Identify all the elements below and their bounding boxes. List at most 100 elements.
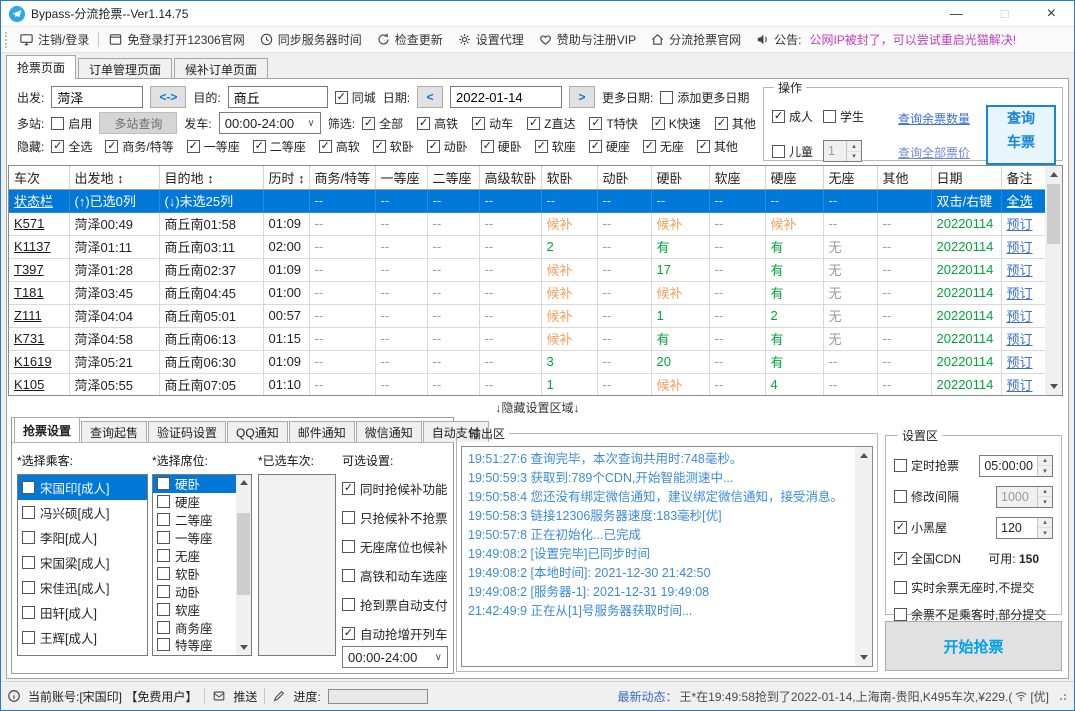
passenger-item[interactable]: 王辉[成人] [18, 625, 147, 650]
filter-checkbox[interactable]: ✓Z直达 [527, 115, 575, 132]
scrollbar-thumb[interactable] [237, 513, 250, 595]
query-all-prices-link[interactable]: 查询全部票价 [898, 144, 970, 161]
prev-date-button[interactable]: < [417, 86, 443, 108]
open-12306-button[interactable]: 免登录打开12306官网 [101, 28, 251, 52]
seat-item[interactable]: 硬卧 [153, 475, 237, 493]
passenger-item[interactable]: 宋国梁[成人] [18, 550, 147, 575]
passenger-item[interactable]: 李阳[成人] [18, 525, 147, 550]
scheduled-grab-checkbox[interactable]: 定时抢票 [894, 457, 959, 474]
filter-checkbox[interactable]: ✓K快速 [652, 115, 701, 132]
hide-settings-divider[interactable]: ↓隐藏设置区域↓ [7, 399, 1068, 416]
depart-time-select[interactable]: 00:00-24:00∨ [219, 112, 321, 134]
seat-item[interactable]: 二等座 [153, 511, 237, 529]
tab-email-notify[interactable]: 邮件通知 [289, 421, 355, 442]
column-header[interactable]: 出发地 ↕ [69, 166, 159, 189]
spin-down-icon[interactable]: ▾ [1038, 497, 1052, 507]
table-scrollbar[interactable] [1045, 166, 1062, 395]
spin-down-icon[interactable]: ▾ [847, 152, 861, 162]
train-row[interactable]: Z111菏泽04:04商丘南05:0100:57--------候补--1--2… [9, 304, 1045, 327]
status-cell[interactable]: 状态栏 [9, 189, 69, 212]
spin-up-icon[interactable]: ▴ [1038, 518, 1052, 529]
date-input[interactable] [450, 86, 562, 108]
hide-checkbox[interactable]: ✓全选 [51, 138, 92, 155]
column-header[interactable]: 日期 [931, 166, 1001, 189]
hide-checkbox[interactable]: ✓软座 [535, 138, 576, 155]
filter-checkbox[interactable]: ✓高铁 [417, 115, 458, 132]
column-header[interactable]: 商务/特等 [309, 166, 375, 189]
book-link[interactable]: 预订 [1001, 350, 1045, 373]
hide-checkbox[interactable]: ✓一等座 [187, 138, 240, 155]
spin-up-icon[interactable]: ▴ [847, 141, 861, 152]
train-row[interactable]: K571菏泽00:49商丘南01:5801:09--------候补--候补--… [9, 212, 1045, 235]
scheduled-grab-stepper[interactable]: 05:00:00▴▾ [979, 455, 1053, 477]
multi-station-query-button[interactable]: 多站查询 [99, 112, 177, 134]
column-header[interactable]: 动卧 [597, 166, 651, 189]
train-link[interactable]: K571 [9, 212, 69, 235]
train-row[interactable]: T181菏泽03:45商丘南04:4501:00--------候补--候补--… [9, 281, 1045, 304]
start-grab-button[interactable]: 开始抢票 [885, 621, 1062, 671]
column-header[interactable]: 硬卧 [651, 166, 709, 189]
column-header[interactable]: 历时 ↕ [263, 166, 309, 189]
tab-qq-notify[interactable]: QQ通知 [227, 421, 288, 442]
train-row[interactable]: K1137菏泽01:11商丘南03:1102:00--------2--有--有… [9, 235, 1045, 258]
logout-login-button[interactable]: 注销/登录 [12, 28, 96, 52]
train-link[interactable]: T397 [9, 258, 69, 281]
adult-checkbox[interactable]: ✓成人 [772, 108, 813, 125]
column-header[interactable]: 软座 [709, 166, 765, 189]
book-link[interactable]: 预订 [1001, 258, 1045, 281]
dest-input[interactable] [228, 86, 328, 108]
sync-server-time-button[interactable]: 同步服务器时间 [252, 28, 369, 52]
optional-checkbox[interactable]: 只抢候补不抢票 [342, 503, 452, 532]
multi-enable-checkbox[interactable]: 启用 [51, 115, 92, 132]
output-log[interactable]: 19:51:27:6 查询完毕，本次查询共用时:748毫秒。19:50:59:3… [461, 446, 873, 667]
select-all-link[interactable]: 全选 [1001, 189, 1045, 212]
swap-stations-button[interactable]: <-> [150, 86, 186, 108]
minimize-button[interactable]: — [950, 7, 963, 20]
toolbar-grip[interactable] [5, 32, 9, 48]
book-link[interactable]: 预订 [1001, 327, 1045, 350]
scroll-up-icon[interactable] [1045, 166, 1062, 183]
child-checkbox[interactable]: 儿童 [772, 143, 813, 160]
add-more-dates-checkbox[interactable]: 添加更多日期 [660, 89, 749, 106]
spin-down-icon[interactable]: ▾ [1038, 528, 1052, 538]
tab-wechat-notify[interactable]: 微信通知 [356, 421, 422, 442]
next-date-button[interactable]: > [569, 86, 595, 108]
book-link[interactable]: 预订 [1001, 212, 1045, 235]
column-header[interactable]: 无座 [823, 166, 877, 189]
column-header[interactable]: 高级软卧 [479, 166, 541, 189]
seat-item[interactable]: 特等座 [153, 636, 237, 654]
train-row[interactable]: K731菏泽04:58商丘南06:1301:15--------候补--有--有… [9, 327, 1045, 350]
scroll-down-icon[interactable] [1045, 378, 1062, 395]
passenger-item[interactable]: 宋佳迅[成人] [18, 575, 147, 600]
set-proxy-button[interactable]: 设置代理 [450, 28, 531, 52]
filter-checkbox[interactable]: ✓T特快 [589, 115, 637, 132]
child-count-stepper[interactable]: 1▴▾ [823, 140, 862, 162]
blacklist-room-stepper[interactable]: 120▴▾ [996, 517, 1053, 539]
book-link[interactable]: 预订 [1001, 373, 1045, 396]
spin-up-icon[interactable]: ▴ [1038, 456, 1052, 467]
optional-checkbox[interactable]: 无座席位也候补 [342, 532, 452, 561]
seat-item[interactable]: 硬座 [153, 493, 237, 511]
column-header[interactable]: 备注 [1001, 166, 1045, 189]
column-header[interactable]: 二等座 [427, 166, 479, 189]
main-tab-grab[interactable]: 抢票页面 [6, 55, 76, 79]
close-button[interactable]: × [1047, 6, 1056, 22]
spin-up-icon[interactable]: ▴ [1038, 487, 1052, 498]
filter-checkbox[interactable]: ✓动车 [472, 115, 513, 132]
main-tab-waitlist-orders[interactable]: 候补订单页面 [174, 58, 268, 79]
scroll-up-icon[interactable] [236, 475, 251, 490]
optional-checkbox[interactable]: ✓自动抢增开列车 [342, 619, 452, 648]
check-update-button[interactable]: 检查更新 [369, 28, 450, 52]
train-link[interactable]: K1137 [9, 235, 69, 258]
column-header[interactable]: 软卧 [541, 166, 597, 189]
column-header[interactable]: 其他 [877, 166, 931, 189]
submit-option-checkbox[interactable]: 实时余票无座时,不提交 [894, 579, 1034, 596]
book-link[interactable]: 预订 [1001, 281, 1045, 304]
hide-checkbox[interactable]: ✓无座 [643, 138, 684, 155]
optional-checkbox[interactable]: ✓同时抢候补功能 [342, 474, 452, 503]
resize-grip[interactable] [1056, 690, 1068, 702]
tab-grab-settings[interactable]: 抢票设置 [14, 417, 80, 442]
tab-query-onsale[interactable]: 查询起售 [81, 421, 147, 442]
seat-item[interactable]: 软座 [153, 600, 237, 618]
cdn-checkbox[interactable]: ✓全国CDN [894, 550, 961, 567]
